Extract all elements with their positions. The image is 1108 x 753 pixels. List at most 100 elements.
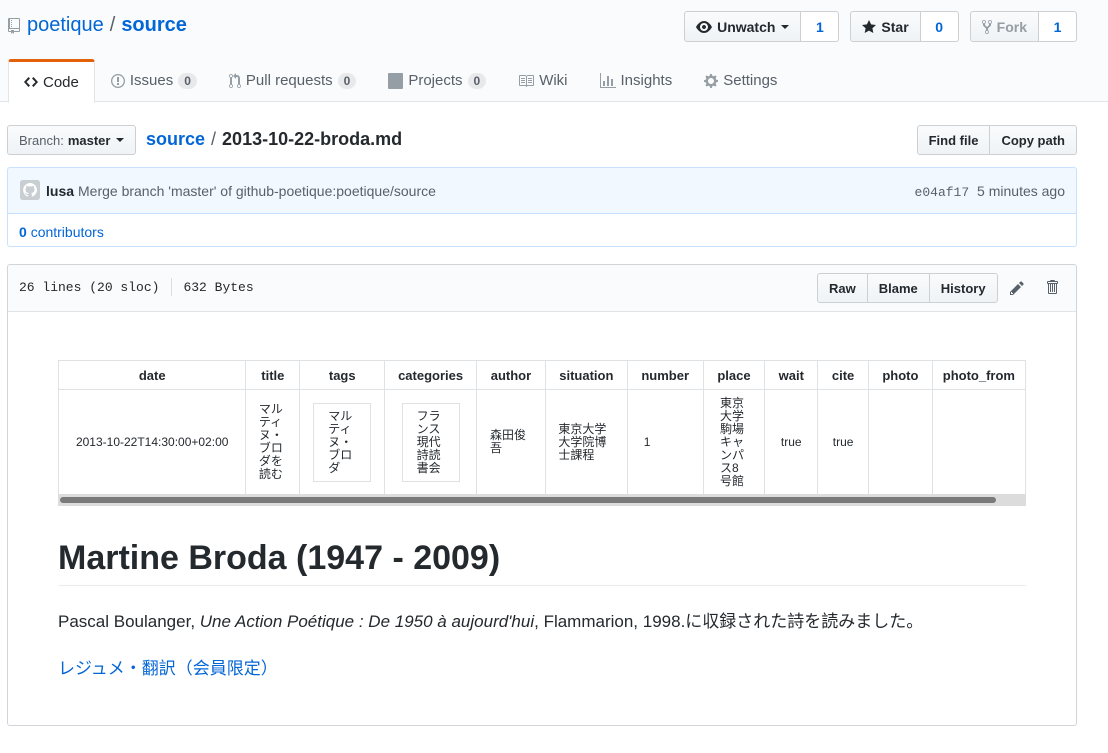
repo-nav: Code Issues 0 Pull requests 0 Projects 0… xyxy=(8,59,793,103)
trash-icon[interactable] xyxy=(1046,279,1058,295)
table-cell-place: 東京大学駒場キャンパス8号館 xyxy=(702,389,766,495)
column-header: date xyxy=(58,360,247,390)
github-avatar-icon xyxy=(20,180,40,200)
categories-subtable: フランス現代詩読書会 xyxy=(401,402,460,482)
column-header: situation xyxy=(544,360,628,390)
commit-message-link[interactable]: Merge branch 'master' of github-poetique… xyxy=(78,183,436,199)
table-header-row: date title tags categories author situat… xyxy=(58,360,1026,390)
file-header: 26 lines (20 sloc) 632 Bytes Raw Blame H… xyxy=(8,265,1076,312)
tab-code-label: Code xyxy=(43,73,79,91)
scrollbar-thumb[interactable] xyxy=(60,497,996,503)
tab-pull-requests[interactable]: Pull requests 0 xyxy=(213,59,372,102)
column-header: place xyxy=(702,360,766,390)
contributors-link[interactable]: 0 contributors xyxy=(19,224,104,240)
pull-request-icon xyxy=(228,72,241,88)
file-box: 26 lines (20 sloc) 632 Bytes Raw Blame H… xyxy=(7,264,1077,726)
gear-icon xyxy=(704,73,719,88)
stargazers-count[interactable]: 0 xyxy=(920,11,959,42)
tab-projects[interactable]: Projects 0 xyxy=(372,59,502,102)
find-file-button[interactable]: Find file xyxy=(916,125,991,155)
commit-sha-link[interactable]: e04af17 xyxy=(915,185,970,200)
column-header: tags xyxy=(299,360,386,390)
frontmatter-table: date title tags categories author situat… xyxy=(58,360,1026,495)
breadcrumb-root-link[interactable]: source xyxy=(146,129,205,149)
branch-select-button[interactable]: Branch: master xyxy=(7,125,137,155)
star-group: Star 0 xyxy=(850,11,959,42)
tab-insights-label: Insights xyxy=(620,72,673,89)
table-cell-categories: フランス現代詩読書会 xyxy=(384,389,478,495)
content-paragraph: Pascal Boulanger, Une Action Poétique : … xyxy=(58,607,1026,632)
column-header: wait xyxy=(764,360,819,390)
copy-path-button[interactable]: Copy path xyxy=(990,125,1077,155)
tab-issues[interactable]: Issues 0 xyxy=(95,59,213,102)
star-button[interactable]: Star xyxy=(850,11,921,42)
avatar[interactable] xyxy=(20,180,40,200)
commit-meta: e04af17 5 minutes ago xyxy=(915,183,1065,200)
commit-tease: lusa Merge branch 'master' of github-poe… xyxy=(7,167,1077,214)
chevron-down-icon xyxy=(781,24,790,29)
repo-icon xyxy=(8,17,20,34)
table-cell-photo xyxy=(867,389,933,495)
contributors-label: contributors xyxy=(30,224,104,240)
tab-insights[interactable]: Insights xyxy=(584,59,689,102)
repo-owner-link[interactable]: poetique xyxy=(27,14,104,37)
situation-value: 東京大学大学院博士課程 xyxy=(558,421,607,462)
book-icon xyxy=(519,74,535,87)
paragraph-book-title: Une Action Poétique : De 1950 à aujourd'… xyxy=(199,612,535,632)
tab-wiki[interactable]: Wiki xyxy=(502,59,583,102)
issue-icon xyxy=(110,73,125,88)
tab-code[interactable]: Code xyxy=(8,59,95,103)
column-header: categories xyxy=(384,360,478,390)
blame-button[interactable]: Blame xyxy=(866,273,930,303)
commit-time: 5 minutes ago xyxy=(977,183,1065,199)
tab-settings-label: Settings xyxy=(723,72,778,89)
table-cell-situation: 東京大学大学院博士課程 xyxy=(544,389,628,495)
tags-subtable: マルティヌ・ブロダ xyxy=(313,402,372,482)
paragraph-rest: , Flammarion, 1998.に収録された詩を読みました。 xyxy=(534,612,924,632)
watch-group: Unwatch 1 xyxy=(684,11,840,42)
title-value: マルティヌ・ブロダを読む xyxy=(258,402,283,481)
table-cell-author: 森田俊吾 xyxy=(476,389,546,495)
column-header: cite xyxy=(817,360,869,390)
fork-button[interactable]: Fork xyxy=(969,11,1039,42)
table-cell-number: 1 xyxy=(626,389,704,495)
table-row: 2013-10-22T14:30:00+02:00 マルティヌ・ブロダを読む マ… xyxy=(58,389,1026,495)
contributors-count: 0 xyxy=(19,224,27,240)
file-actions: Find file Copy path xyxy=(916,125,1077,155)
breadcrumb-separator: / xyxy=(211,129,217,149)
star-icon xyxy=(862,19,877,33)
table-cell-wait: true xyxy=(764,389,819,495)
table-cell-date: 2013-10-22T14:30:00+02:00 xyxy=(58,389,247,495)
projects-counter: 0 xyxy=(467,72,487,89)
issues-counter: 0 xyxy=(178,72,197,89)
graph-icon xyxy=(599,72,616,88)
pencil-icon[interactable] xyxy=(1010,280,1024,296)
branch-name: master xyxy=(67,132,111,148)
commit-author-link[interactable]: lusa xyxy=(46,183,74,199)
file-info-divider xyxy=(171,278,173,296)
resume-translation-link[interactable]: レジュメ・翻訳（会員限定） xyxy=(58,659,278,678)
table-cell-photo-from xyxy=(931,389,1026,495)
tab-issues-label: Issues xyxy=(129,72,174,89)
breadcrumb-file-name: 2013-10-22-broda.md xyxy=(222,129,403,149)
table-horizontal-scrollbar[interactable] xyxy=(58,494,1026,506)
repo-separator: / xyxy=(109,14,116,36)
history-button[interactable]: History xyxy=(928,273,998,303)
contributors-bar: 0 contributors xyxy=(7,213,1077,247)
raw-button[interactable]: Raw xyxy=(817,273,868,303)
markdown-body: date title tags categories author situat… xyxy=(58,360,1026,679)
forks-count[interactable]: 1 xyxy=(1039,11,1077,42)
paragraph-author: Pascal Boulanger, xyxy=(58,612,200,632)
tab-settings[interactable]: Settings xyxy=(688,59,793,102)
categories-value: フランス現代詩読書会 xyxy=(416,408,441,475)
star-label: Star xyxy=(881,18,909,35)
watchers-count[interactable]: 1 xyxy=(801,11,840,42)
tags-value: マルティヌ・ブロダ xyxy=(328,408,353,475)
unwatch-button[interactable]: Unwatch xyxy=(684,11,802,42)
code-icon xyxy=(24,77,38,87)
author-value: 森田俊吾 xyxy=(489,428,526,455)
repo-title: poetique / source xyxy=(8,14,187,37)
repo-name-link[interactable]: source xyxy=(121,14,187,37)
file-navigation: Branch: master source /2013-10-22-broda.m… xyxy=(7,125,1077,155)
file-size: 632 Bytes xyxy=(183,280,254,295)
